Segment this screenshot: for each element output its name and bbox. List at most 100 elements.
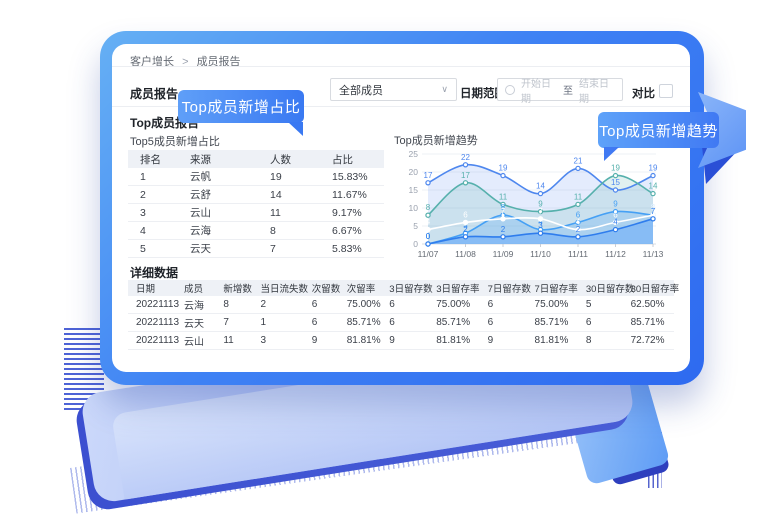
table-cell: 11: [258, 207, 320, 219]
table-cell: 30日留存率: [623, 281, 674, 295]
svg-text:11/08: 11/08: [455, 249, 476, 259]
table-row: 5云天75.83%: [128, 240, 384, 258]
table-cell: 3: [128, 207, 178, 219]
table-cell: 5: [128, 243, 178, 255]
table-cell: 2: [252, 299, 303, 310]
table-cell: 85.71%: [339, 317, 382, 328]
table-cell: 6: [381, 299, 428, 310]
svg-text:7: 7: [501, 207, 506, 216]
table-cell: 20221113: [128, 299, 176, 310]
svg-text:11/07: 11/07: [418, 249, 439, 259]
table-cell: 云海: [178, 223, 258, 238]
trend-chart: 051015202511/0711/0811/0911/1011/1111/12…: [394, 144, 678, 264]
table-cell: 7日留存率: [527, 281, 578, 295]
svg-text:8: 8: [426, 203, 431, 212]
table-cell: 8: [258, 225, 320, 237]
table-cell: 次留数: [304, 281, 339, 295]
table-cell: 19: [258, 171, 320, 183]
table-cell: 6: [578, 317, 623, 328]
svg-text:11/13: 11/13: [643, 249, 664, 259]
compare-checkbox[interactable]: [659, 84, 673, 98]
divider: [112, 66, 690, 67]
table-cell: 占比: [320, 152, 384, 167]
svg-text:6: 6: [463, 210, 468, 219]
table-row: 20221113云天71685.71%685.71%685.71%685.71%: [128, 314, 674, 332]
table-header-row: 排名来源人数占比: [128, 150, 384, 168]
table-cell: 15.83%: [320, 171, 384, 183]
table-cell: 62.50%: [623, 299, 674, 310]
svg-text:17: 17: [461, 171, 470, 180]
table-row: 3云山119.17%: [128, 204, 384, 222]
table-cell: 6: [381, 317, 428, 328]
table-cell: 来源: [178, 152, 258, 167]
page-title: 成员报告: [130, 85, 178, 102]
table-cell: 85.71%: [428, 317, 479, 328]
detail-section-title: 详细数据: [130, 264, 178, 281]
table-cell: 当日流失数: [252, 281, 303, 295]
rank-table: 排名来源人数占比1云帆1915.83%2云舒1411.67%3云山119.17%…: [128, 150, 384, 258]
table-cell: 7: [258, 243, 320, 255]
table-cell: 云山: [176, 333, 215, 348]
table-cell: 1: [252, 317, 303, 328]
table-cell: 20221113: [128, 335, 176, 346]
compare-label: 对比: [632, 85, 655, 101]
svg-text:11: 11: [499, 192, 508, 201]
table-cell: 6: [304, 299, 339, 310]
table-row: 20221113云山113981.81%981.81%981.81%872.72…: [128, 332, 674, 350]
rank-table-title: Top5成员新增占比: [130, 133, 220, 149]
table-cell: 11.67%: [320, 189, 384, 201]
table-cell: 次留率: [339, 281, 382, 295]
table-cell: 3: [252, 335, 303, 346]
table-cell: 85.71%: [527, 317, 578, 328]
table-cell: 85.71%: [623, 317, 674, 328]
table-cell: 2: [128, 189, 178, 201]
svg-text:22: 22: [461, 153, 470, 162]
end-date-placeholder: 结束日期: [579, 75, 615, 105]
table-cell: 9: [304, 335, 339, 346]
date-to-label: 至: [563, 82, 573, 97]
table-row: 20221113云海82675.00%675.00%675.00%562.50%: [128, 296, 674, 314]
table-cell: 云舒: [178, 187, 258, 202]
table-cell: 72.72%: [623, 335, 674, 346]
svg-text:19: 19: [611, 164, 620, 173]
table-cell: 新增数: [215, 281, 252, 295]
svg-text:11: 11: [574, 192, 583, 201]
table-cell: 日期: [128, 281, 176, 295]
table-row: 4云海86.67%: [128, 222, 384, 240]
table-cell: 7: [215, 317, 252, 328]
table-cell: 6: [304, 317, 339, 328]
table-row: 2云舒1411.67%: [128, 186, 384, 204]
table-cell: 5.83%: [320, 243, 384, 255]
svg-text:11/12: 11/12: [605, 249, 626, 259]
svg-text:2: 2: [501, 225, 506, 234]
member-select[interactable]: 全部成员 ∨: [330, 78, 457, 101]
table-row: 1云帆1915.83%: [128, 168, 384, 186]
table-cell: 20221113: [128, 317, 176, 328]
svg-text:11/09: 11/09: [493, 249, 514, 259]
table-cell: 3日留存数: [381, 281, 428, 295]
svg-text:14: 14: [649, 182, 658, 191]
table-cell: 云山: [178, 205, 258, 220]
table-cell: 8: [215, 299, 252, 310]
callout-top-trend: Top成员新增趋势: [598, 112, 719, 148]
table-cell: 11: [215, 335, 252, 346]
chevron-down-icon: ∨: [441, 84, 448, 95]
table-cell: 75.00%: [527, 299, 578, 310]
svg-text:10: 10: [409, 203, 419, 213]
member-select-value: 全部成员: [339, 82, 383, 98]
svg-text:17: 17: [424, 171, 433, 180]
svg-text:21: 21: [574, 156, 583, 165]
start-date-placeholder: 开始日期: [521, 75, 557, 105]
table-cell: 云海: [176, 297, 215, 312]
table-cell: 6: [480, 317, 527, 328]
table-cell: 75.00%: [428, 299, 479, 310]
svg-text:15: 15: [611, 178, 620, 187]
table-cell: 5: [578, 299, 623, 310]
svg-text:14: 14: [536, 182, 545, 191]
svg-text:20: 20: [409, 167, 419, 177]
table-cell: 3日留存率: [428, 281, 479, 295]
table-cell: 6.67%: [320, 225, 384, 237]
date-range-input[interactable]: 开始日期 至 结束日期: [497, 78, 623, 101]
svg-text:9: 9: [613, 200, 618, 209]
table-cell: 云天: [178, 241, 258, 256]
